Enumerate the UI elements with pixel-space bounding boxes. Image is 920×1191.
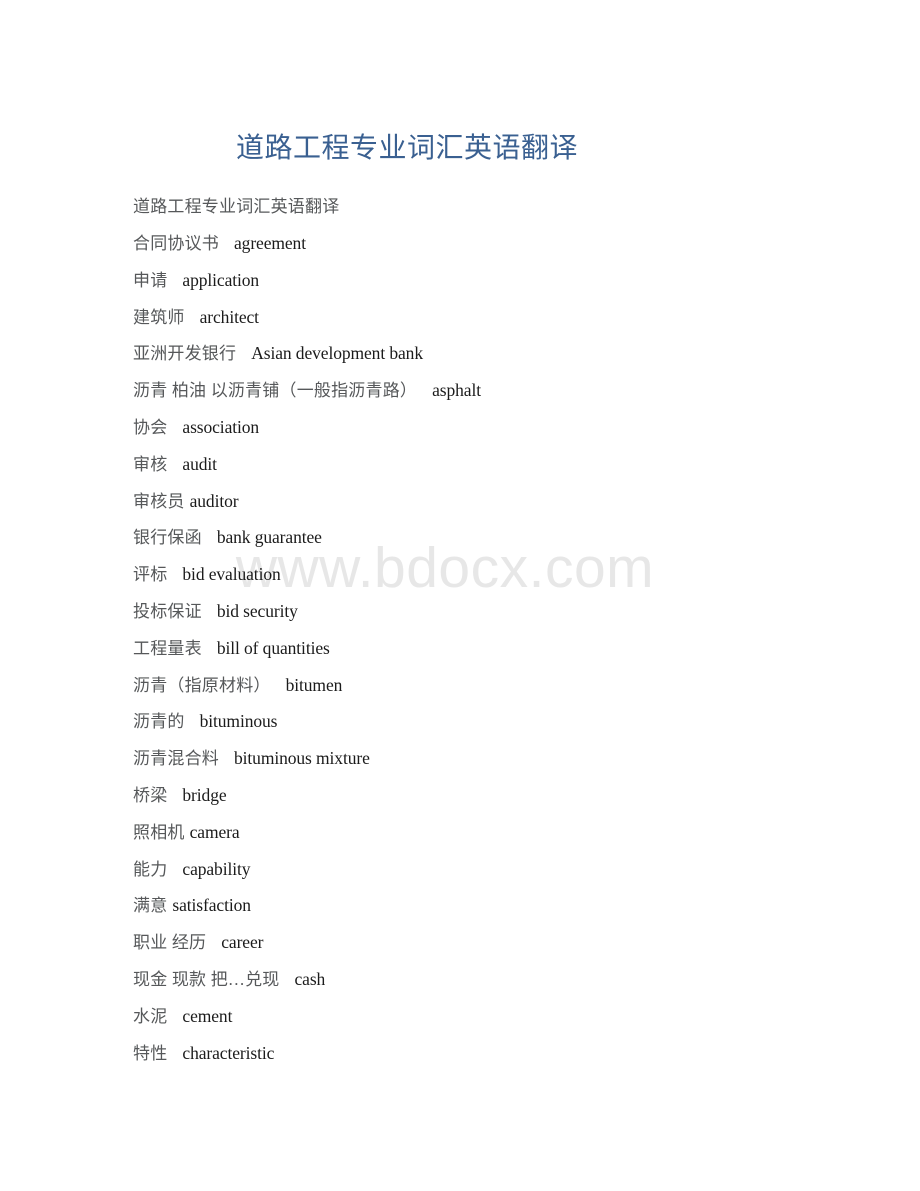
term-english: characteristic bbox=[182, 1042, 275, 1063]
glossary-entry: 工程量表 bill of quantities bbox=[133, 630, 800, 667]
term-english: bid evaluation bbox=[182, 564, 281, 585]
term-english: bill of quantities bbox=[216, 637, 330, 658]
term-english: bid security bbox=[216, 600, 298, 621]
term-chinese: 银行保函 bbox=[133, 528, 202, 548]
term-chinese: 亚洲开发银行 bbox=[133, 344, 237, 364]
glossary-entry: 协会 association bbox=[133, 409, 800, 446]
glossary-entry: 照相机 camera bbox=[133, 814, 800, 851]
term-english: auditor bbox=[189, 490, 239, 511]
term-chinese: 协会 bbox=[133, 417, 168, 437]
glossary-entry: 特性 characteristic bbox=[133, 1035, 800, 1072]
term-chinese: 特性 bbox=[133, 1043, 168, 1063]
term-chinese: 工程量表 bbox=[133, 638, 202, 658]
term-chinese: 桥梁 bbox=[133, 785, 168, 805]
term-chinese: 评标 bbox=[133, 565, 168, 585]
term-chinese: 沥青 柏油 以沥青铺（一般指沥青路） bbox=[133, 381, 418, 401]
term-chinese: 申请 bbox=[133, 270, 168, 290]
term-english: capability bbox=[182, 858, 251, 879]
term-english: association bbox=[182, 416, 260, 437]
intro-line: 道路工程专业词汇英语翻译 bbox=[133, 188, 800, 225]
glossary-entry: 沥青的 bituminous bbox=[133, 703, 800, 740]
glossary-entry: 审核员 auditor bbox=[133, 483, 800, 520]
term-chinese: 沥青混合料 bbox=[133, 749, 219, 769]
glossary-entry: 投标保证 bid security bbox=[133, 593, 800, 630]
term-english: bridge bbox=[182, 784, 227, 805]
term-english: architect bbox=[199, 306, 259, 327]
term-chinese: 建筑师 bbox=[133, 307, 185, 327]
glossary-entry: 申请 application bbox=[133, 262, 800, 299]
term-english: agreement bbox=[234, 233, 306, 253]
term-chinese: 审核 bbox=[133, 454, 168, 474]
glossary-entry: 职业 经历 career bbox=[133, 924, 800, 961]
glossary-entry: 沥青（指原材料） bitumen bbox=[133, 667, 800, 704]
term-english: satisfaction bbox=[172, 895, 251, 916]
term-english: career bbox=[221, 932, 264, 953]
glossary-entry: 合同协议书 agreement bbox=[133, 225, 800, 262]
glossary-entry: 沥青混合料 bituminous mixture bbox=[133, 740, 800, 777]
term-english: bituminous bbox=[199, 711, 278, 732]
term-english: cement bbox=[182, 1005, 233, 1026]
intro-line-text: 道路工程专业词汇英语翻译 bbox=[133, 197, 340, 216]
term-english: asphalt bbox=[432, 380, 481, 401]
term-chinese: 合同协议书 bbox=[133, 234, 219, 253]
term-chinese: 投标保证 bbox=[133, 601, 202, 621]
page-title: 道路工程专业词汇英语翻译 bbox=[235, 133, 578, 164]
term-chinese: 沥青（指原材料） bbox=[133, 675, 271, 695]
term-english: Asian development bank bbox=[251, 343, 423, 364]
term-english: bank guarantee bbox=[216, 527, 322, 548]
glossary-entry: 评标 bid evaluation bbox=[133, 556, 800, 593]
term-english: camera bbox=[189, 821, 240, 842]
term-chinese: 职业 经历 bbox=[133, 933, 207, 953]
term-english: bituminous mixture bbox=[234, 748, 370, 769]
term-chinese: 现金 现款 把…兑现 bbox=[133, 969, 280, 989]
term-chinese: 水泥 bbox=[133, 1006, 168, 1026]
document-page: www.bdocx.com 道路工程专业词汇英语翻译 道路工程专业词汇英语翻译 … bbox=[0, 0, 920, 1191]
term-chinese: 照相机 bbox=[133, 822, 185, 842]
term-english: bitumen bbox=[285, 674, 343, 695]
glossary-list: 道路工程专业词汇英语翻译 合同协议书 agreement 申请 applicatio… bbox=[133, 188, 800, 1071]
glossary-entry: 亚洲开发银行 Asian development bank bbox=[133, 335, 800, 372]
glossary-entry: 现金 现款 把…兑现 cash bbox=[133, 961, 800, 998]
term-chinese: 能力 bbox=[133, 859, 168, 879]
document-body: 道路工程专业词汇英语翻译 道路工程专业词汇英语翻译 合同协议书 agreement… bbox=[0, 0, 920, 1071]
glossary-entry: 沥青 柏油 以沥青铺（一般指沥青路） asphalt bbox=[133, 372, 800, 409]
glossary-entry: 能力 capability bbox=[133, 851, 800, 888]
glossary-entry: 桥梁 bridge bbox=[133, 777, 800, 814]
term-chinese: 沥青的 bbox=[133, 712, 185, 732]
glossary-entry: 银行保函 bank guarantee bbox=[133, 519, 800, 556]
term-chinese: 满意 bbox=[133, 896, 168, 916]
glossary-entry: 水泥 cement bbox=[133, 998, 800, 1035]
glossary-entry: 满意 satisfaction bbox=[133, 887, 800, 924]
term-english: application bbox=[182, 269, 260, 290]
glossary-entry: 建筑师 architect bbox=[133, 299, 800, 336]
term-english: cash bbox=[294, 968, 326, 989]
term-english: audit bbox=[182, 453, 217, 474]
term-chinese: 审核员 bbox=[133, 491, 185, 511]
glossary-entry: 审核 audit bbox=[133, 446, 800, 483]
